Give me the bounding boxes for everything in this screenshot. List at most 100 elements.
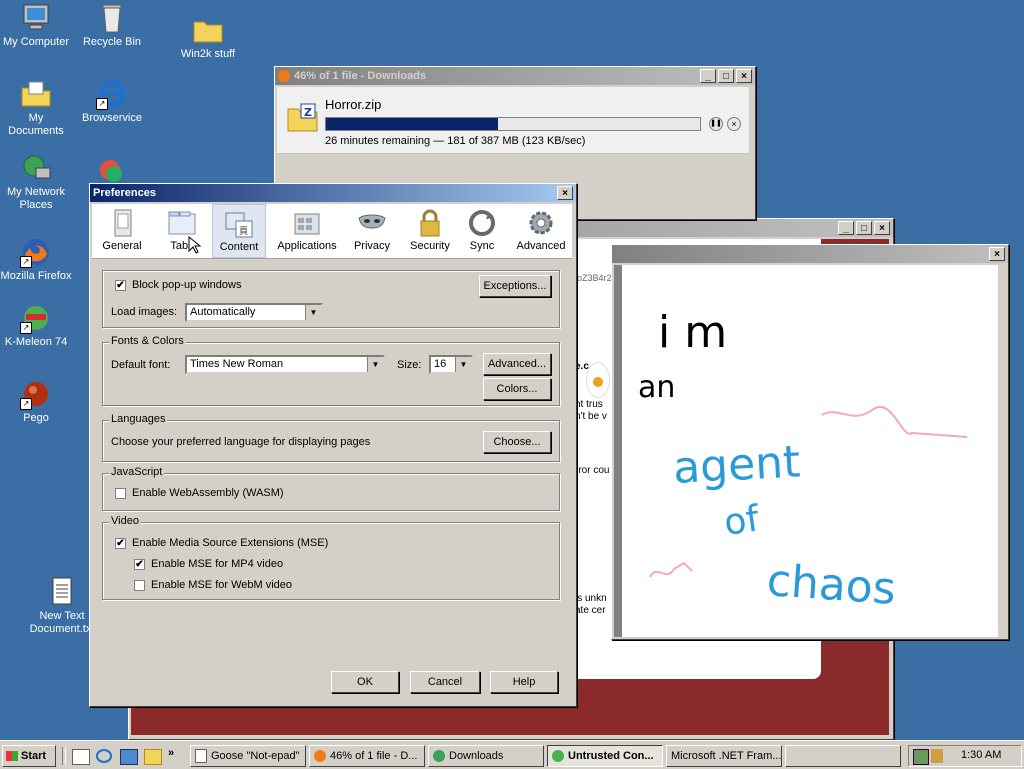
ok-button[interactable]: OK [331,671,399,693]
firefox-small-icon [278,70,290,82]
pause-icon[interactable]: ❚❚ [709,117,723,131]
drawing-window[interactable]: × i m an agent of chaos [611,244,1009,640]
advanced-fonts-button[interactable]: Advanced... [483,353,551,375]
fonts-colors-title: Fonts & Colors [109,335,186,347]
close-button[interactable]: × [989,247,1005,261]
minimize-button[interactable]: _ [700,69,716,83]
desktop-icon-new-text-document[interactable]: New Text Document.txt [26,576,98,636]
volume-tray-icon[interactable] [931,749,943,763]
pane-general[interactable]: General [96,204,148,258]
downloads-titlebar: 46% of 1 file - Downloads _ □ × [275,67,755,85]
maximize-button[interactable]: □ [856,221,872,235]
size-label: Size: [397,359,422,371]
close-button[interactable]: × [557,186,573,200]
pane-applications[interactable]: Applications [274,204,340,258]
drawing-canvas[interactable]: i m an agent of chaos [622,265,998,637]
chevron-down-icon: ▼ [367,357,383,372]
popups-group: ✔ Block pop-up windows Exceptions... Loa… [102,270,560,328]
pane-sync[interactable]: Sync [460,204,504,258]
download-item[interactable]: Z Horror.zip ❚❚ × 26 minutes remaining —… [277,87,749,154]
cancel-download-icon[interactable]: × [727,117,741,131]
taskbar-item-untrusted-connection[interactable]: Untrusted Con... [547,745,663,767]
choose-language-button[interactable]: Choose... [483,431,551,453]
languages-description: Choose your preferred language for displ… [111,436,371,448]
colors-button[interactable]: Colors... [483,378,551,400]
desktop-icon-browservice[interactable]: ↗ Browservice [76,78,148,125]
enable-mse-mp4-checkbox[interactable]: ✔ [134,559,145,570]
enable-wasm-checkbox[interactable] [115,488,126,499]
downloads-title: 46% of 1 file - Downloads [294,70,427,82]
pane-privacy[interactable]: Privacy [348,204,396,258]
download-filename: Horror.zip [325,97,382,112]
desktop-icon-my-computer[interactable]: My Computer [0,2,72,49]
drawing-word-of: of [722,498,763,544]
globe-icon [433,750,445,763]
show-desktop-icon[interactable] [72,749,90,765]
enable-mse-webm-checkbox[interactable] [134,580,145,591]
outlook-quicklaunch-icon[interactable] [120,749,138,765]
maximize-button[interactable]: □ [718,69,734,83]
internet-explorer-quicklaunch-icon[interactable] [96,749,112,763]
svg-text:頁: 頁 [239,226,248,237]
pane-security[interactable]: Security [404,204,456,258]
pane-advanced[interactable]: Advanced [512,204,570,258]
download-progress-fill [326,118,499,130]
block-popups-checkbox[interactable]: ✔ [115,280,126,291]
taskbar-item-downloads-progress[interactable]: 46% of 1 file - D... [309,745,425,767]
start-button[interactable]: Start [2,745,56,767]
desktop-icon-k-meleon[interactable]: ↗ K-Meleon 74 [0,302,72,349]
chevron-down-icon: ▼ [455,357,471,372]
canvas-border [614,265,622,637]
enable-wasm-label: Enable WebAssembly (WASM) [132,487,284,499]
windows-logo-icon [6,751,18,762]
close-button[interactable]: × [736,69,752,83]
taskbar-item-downloads[interactable]: Downloads [428,745,544,767]
taskbar-item-empty[interactable] [785,745,901,767]
desktop-icon-win2k-stuff[interactable]: Win2k stuff [172,14,244,61]
enable-mse-label: Enable Media Source Extensions (MSE) [132,537,329,549]
preferences-dialog[interactable]: Preferences × General Tabs 頁 Content App… [89,183,577,707]
cancel-button[interactable]: Cancel [410,671,480,693]
default-font-select[interactable]: Times New Roman ▼ [185,355,385,374]
javascript-group: JavaScript Enable WebAssembly (WASM) [102,466,560,511]
load-images-label: Load images: [111,306,178,318]
notepad-icon [195,749,207,764]
help-button[interactable]: Help [490,671,558,693]
desktop-icon-recycle-bin[interactable]: Recycle Bin [76,2,148,49]
close-button[interactable]: × [874,221,890,235]
desktop-icon-my-documents[interactable]: My Documents [0,78,72,138]
text-document-icon [46,576,78,608]
chevron-right-icon[interactable]: » [168,747,174,759]
network-tray-icon[interactable] [913,749,929,765]
enable-mse-webm-label: Enable MSE for WebM video [151,579,293,591]
k-meleon-icon: ↗ [20,302,52,334]
desktop-icon-mozilla-firefox[interactable]: ↗ Mozilla Firefox [0,236,72,283]
gear-icon [526,208,556,238]
video-title: Video [109,515,141,527]
applications-icon [292,208,322,238]
load-images-select[interactable]: Automatically ▼ [185,303,323,322]
k-meleon-small-icon [552,750,564,763]
drawing-canvas-svg: i m an agent of chaos [638,307,968,615]
explorer-quicklaunch-icon[interactable] [144,749,162,765]
desktop-icon-pego[interactable]: ↗ Pego [0,378,72,425]
padlock-icon [415,208,445,238]
taskbar-item-goose-notepad[interactable]: Goose "Not-epad" [190,745,306,767]
taskbar-item-dotnet[interactable]: Microsoft .NET Fram... [666,745,782,767]
internet-explorer-icon: ↗ [96,78,128,110]
enable-mse-checkbox[interactable]: ✔ [115,538,126,549]
minimize-button[interactable]: _ [838,221,854,235]
general-icon [107,208,137,238]
pego-icon: ↗ [20,378,52,410]
preferences-pane-toolbar: General Tabs 頁 Content Applications Priv… [92,204,572,259]
folder-icon [192,14,224,46]
exceptions-button[interactable]: Exceptions... [479,275,551,297]
system-tray: 1:30 AM [908,745,1022,767]
enable-mse-mp4-label: Enable MSE for MP4 video [151,558,284,570]
pane-content[interactable]: 頁 Content [212,204,266,258]
svg-text:Z: Z [304,106,312,119]
font-size-select[interactable]: 16 ▼ [429,355,473,374]
pink-scribble-bottom [649,561,693,578]
desktop-icon-my-network-places[interactable]: My Network Places [0,152,72,212]
shortcut-arrow-icon: ↗ [20,256,32,268]
